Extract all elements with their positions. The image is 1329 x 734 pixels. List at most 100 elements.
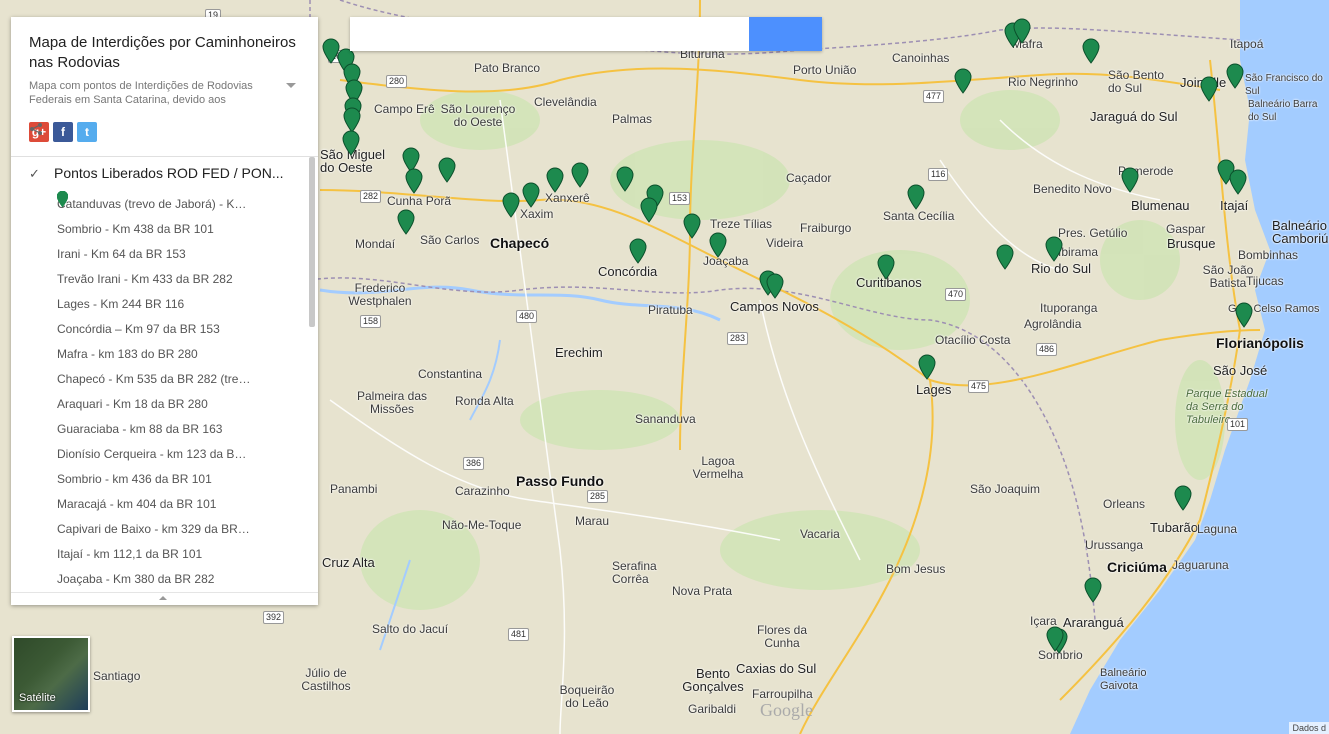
place-label: Pato Branco [474,61,541,75]
list-item[interactable]: Dionísio Cerqueira - km 123 da BR ... [57,191,307,466]
list-item-label: Dionísio Cerqueira - km 123 da BR ... [57,446,253,461]
map-marker[interactable] [397,209,415,235]
place-label: Bombinhas [1238,248,1299,262]
list-item[interactable]: Joaçaba - Km 380 da BR 282 [57,191,307,591]
list-item[interactable]: Sombrio - km 436 da BR 101 [57,191,307,491]
place-label: Balneário Barra do Sul [1248,99,1318,123]
map-marker[interactable] [342,130,360,156]
map-marker[interactable] [954,68,972,94]
map-marker[interactable] [877,254,895,280]
list-item[interactable]: Lages - Km 244 BR 116 [57,191,307,316]
list-item[interactable]: Mafra - km 183 do BR 280 [57,191,307,366]
map-marker[interactable] [640,197,658,223]
place-label: Nova Prata [672,584,733,598]
share-icon[interactable] [30,122,121,142]
list-item-label: Sombrio - Km 438 da BR 101 [57,221,214,236]
place-label: Serafina Corrêa [612,559,657,586]
road-shield: 470 [945,288,967,301]
map-marker[interactable] [1046,626,1064,652]
map-marker[interactable] [1082,38,1100,64]
map-marker[interactable] [907,184,925,210]
place-label: Santiago [93,669,141,683]
map-marker[interactable] [629,238,647,264]
layer-row[interactable]: ✓ Pontos Liberados ROD FED / PON... [29,163,304,183]
marker-list: Catanduvas (trevo de Jaborá) - Km... Somb… [57,191,307,591]
list-item-label: Itajaí - km 112,1 da BR 101 [57,546,203,561]
list-item[interactable]: Sombrio - Km 438 da BR 101 [57,191,307,241]
list-item[interactable]: Guaraciaba - km 88 da BR 163 [57,191,307,441]
scrollbar[interactable] [309,157,315,327]
place-label: Boqueirão do Leão [559,683,615,710]
map-marker[interactable] [1174,485,1192,511]
road-shield: 153 [669,192,691,205]
place-label: Urussanga [1085,538,1144,552]
place-label: Caxias do Sul [736,661,817,676]
map-marker[interactable] [683,213,701,239]
map-marker[interactable] [1121,167,1139,193]
map-marker[interactable] [616,166,634,192]
place-label: Balneário Camboriú [1272,218,1329,246]
place-label: Piratuba [648,303,693,317]
place-label: Lages [916,382,952,397]
map-marker[interactable] [918,354,936,380]
map-marker[interactable] [502,192,520,218]
road-shield: 392 [263,611,285,624]
divider [11,156,318,157]
place-label: Pres. Getúlio [1058,226,1128,240]
list-item[interactable]: Itajaí - km 112,1 da BR 101 [57,191,307,566]
map-marker[interactable] [1084,577,1102,603]
place-label: Palmas [612,112,653,126]
map-marker[interactable] [766,273,784,299]
collapse-panel-icon[interactable] [159,596,167,600]
layer-checkbox-icon[interactable]: ✓ [29,166,43,181]
search-button[interactable] [351,17,822,51]
map-marker[interactable] [709,232,727,258]
map-marker[interactable] [1200,76,1218,102]
map-marker[interactable] [522,182,540,208]
list-item[interactable]: Chapecó - Km 535 da BR 282 (trev... [57,191,307,391]
map-marker[interactable] [1045,236,1063,262]
expand-description-icon[interactable] [286,83,296,88]
list-item-label: Capivari de Baixo - km 329 da BR 101 [57,521,253,536]
list-item[interactable]: Concórdia – Km 97 da BR 153 [57,191,307,341]
search-input[interactable] [350,17,749,51]
road-shield: 285 [587,490,609,503]
place-label: Clevelândia [534,95,597,109]
list-item[interactable]: Maracajá - km 404 da BR 101 [57,191,307,516]
place-label: Não-Me-Toque [442,518,522,532]
attribution[interactable]: Dados d [1289,722,1329,734]
list-item-label: Mafra - km 183 do BR 280 [57,346,198,361]
place-label: Chapecó [490,235,550,251]
facebook-share-button[interactable]: f [53,122,73,142]
road-shield: 477 [923,90,945,103]
satellite-toggle[interactable]: Satélite [12,636,90,712]
place-label: Brusque [1167,236,1216,251]
map-marker[interactable] [996,244,1014,270]
twitter-share-button[interactable]: t [77,122,97,142]
map-marker[interactable] [438,157,456,183]
road-shield: 481 [508,628,530,641]
list-item[interactable]: Araquari - Km 18 da BR 280 [57,191,307,416]
list-item[interactable]: Capivari de Baixo - km 329 da BR 101 [57,191,307,541]
list-item-label: Concórdia – Km 97 da BR 153 [57,321,220,336]
map-marker[interactable] [1229,169,1247,195]
list-item-label: Maracajá - km 404 da BR 101 [57,496,217,511]
map-marker[interactable] [1235,302,1253,328]
place-label: Benedito Novo [1033,182,1112,196]
place-label: Jaraguá do Sul [1090,109,1178,124]
map-marker[interactable] [405,168,423,194]
list-item[interactable]: Trevão Irani - Km 433 da BR 282 [57,191,307,291]
place-label: Flores da Cunha [756,623,808,650]
map-marker[interactable] [1013,18,1031,44]
road-shield: 282 [360,190,382,203]
list-item[interactable]: Irani - Km 64 da BR 153 [57,191,307,266]
list-item[interactable]: Catanduvas (trevo de Jaborá) - Km... [57,191,307,216]
map-canvas[interactable]: Pato Branco Bituruna Porto União Canoinh… [0,0,1329,734]
marker-icon [57,191,68,207]
place-label: Cruz Alta [322,555,375,570]
place-label: Canoinhas [892,51,950,65]
map-marker[interactable] [571,162,589,188]
place-label: Jaguaruna [1172,558,1229,572]
map-marker[interactable] [1226,63,1244,89]
map-marker[interactable] [546,167,564,193]
